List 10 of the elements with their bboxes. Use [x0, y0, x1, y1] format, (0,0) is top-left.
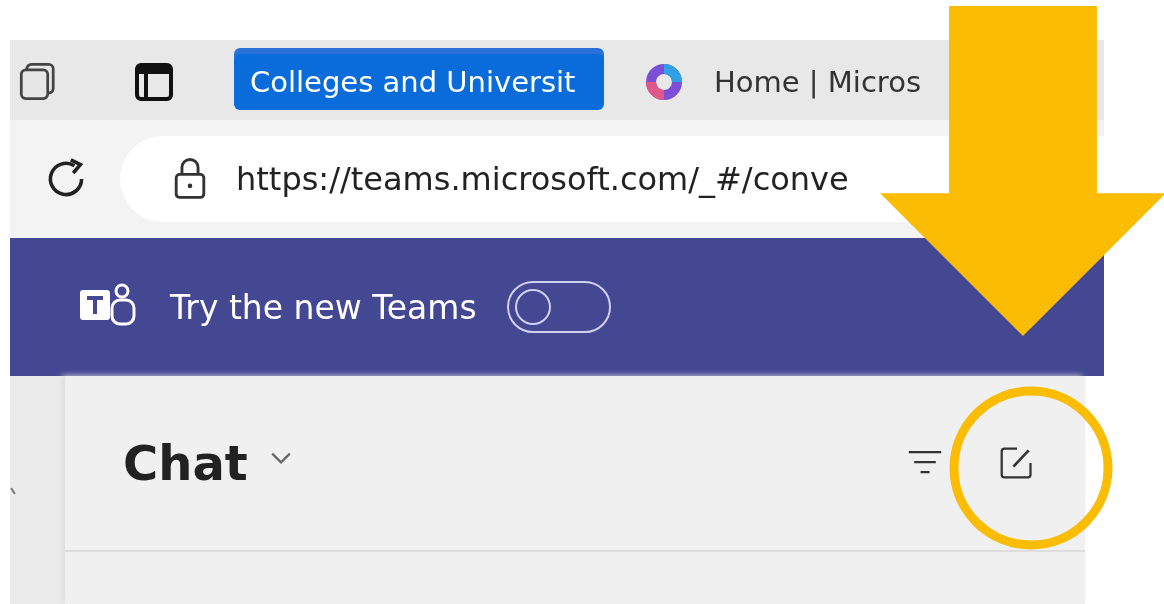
- browser-tab[interactable]: Home | Micros: [628, 54, 937, 110]
- chevron-down-icon[interactable]: [269, 451, 292, 465]
- lock-icon: [172, 156, 208, 202]
- toggle-switch[interactable]: [506, 281, 611, 333]
- compose-icon[interactable]: [999, 445, 1035, 481]
- chat-title: Chat: [123, 435, 248, 491]
- ring-logo-icon: [644, 62, 684, 102]
- url-text: https://teams.microsoft.com/_#/conve: [236, 160, 849, 198]
- sidebar-icon[interactable]: [134, 62, 174, 102]
- banner-text: Try the new Teams: [170, 287, 477, 327]
